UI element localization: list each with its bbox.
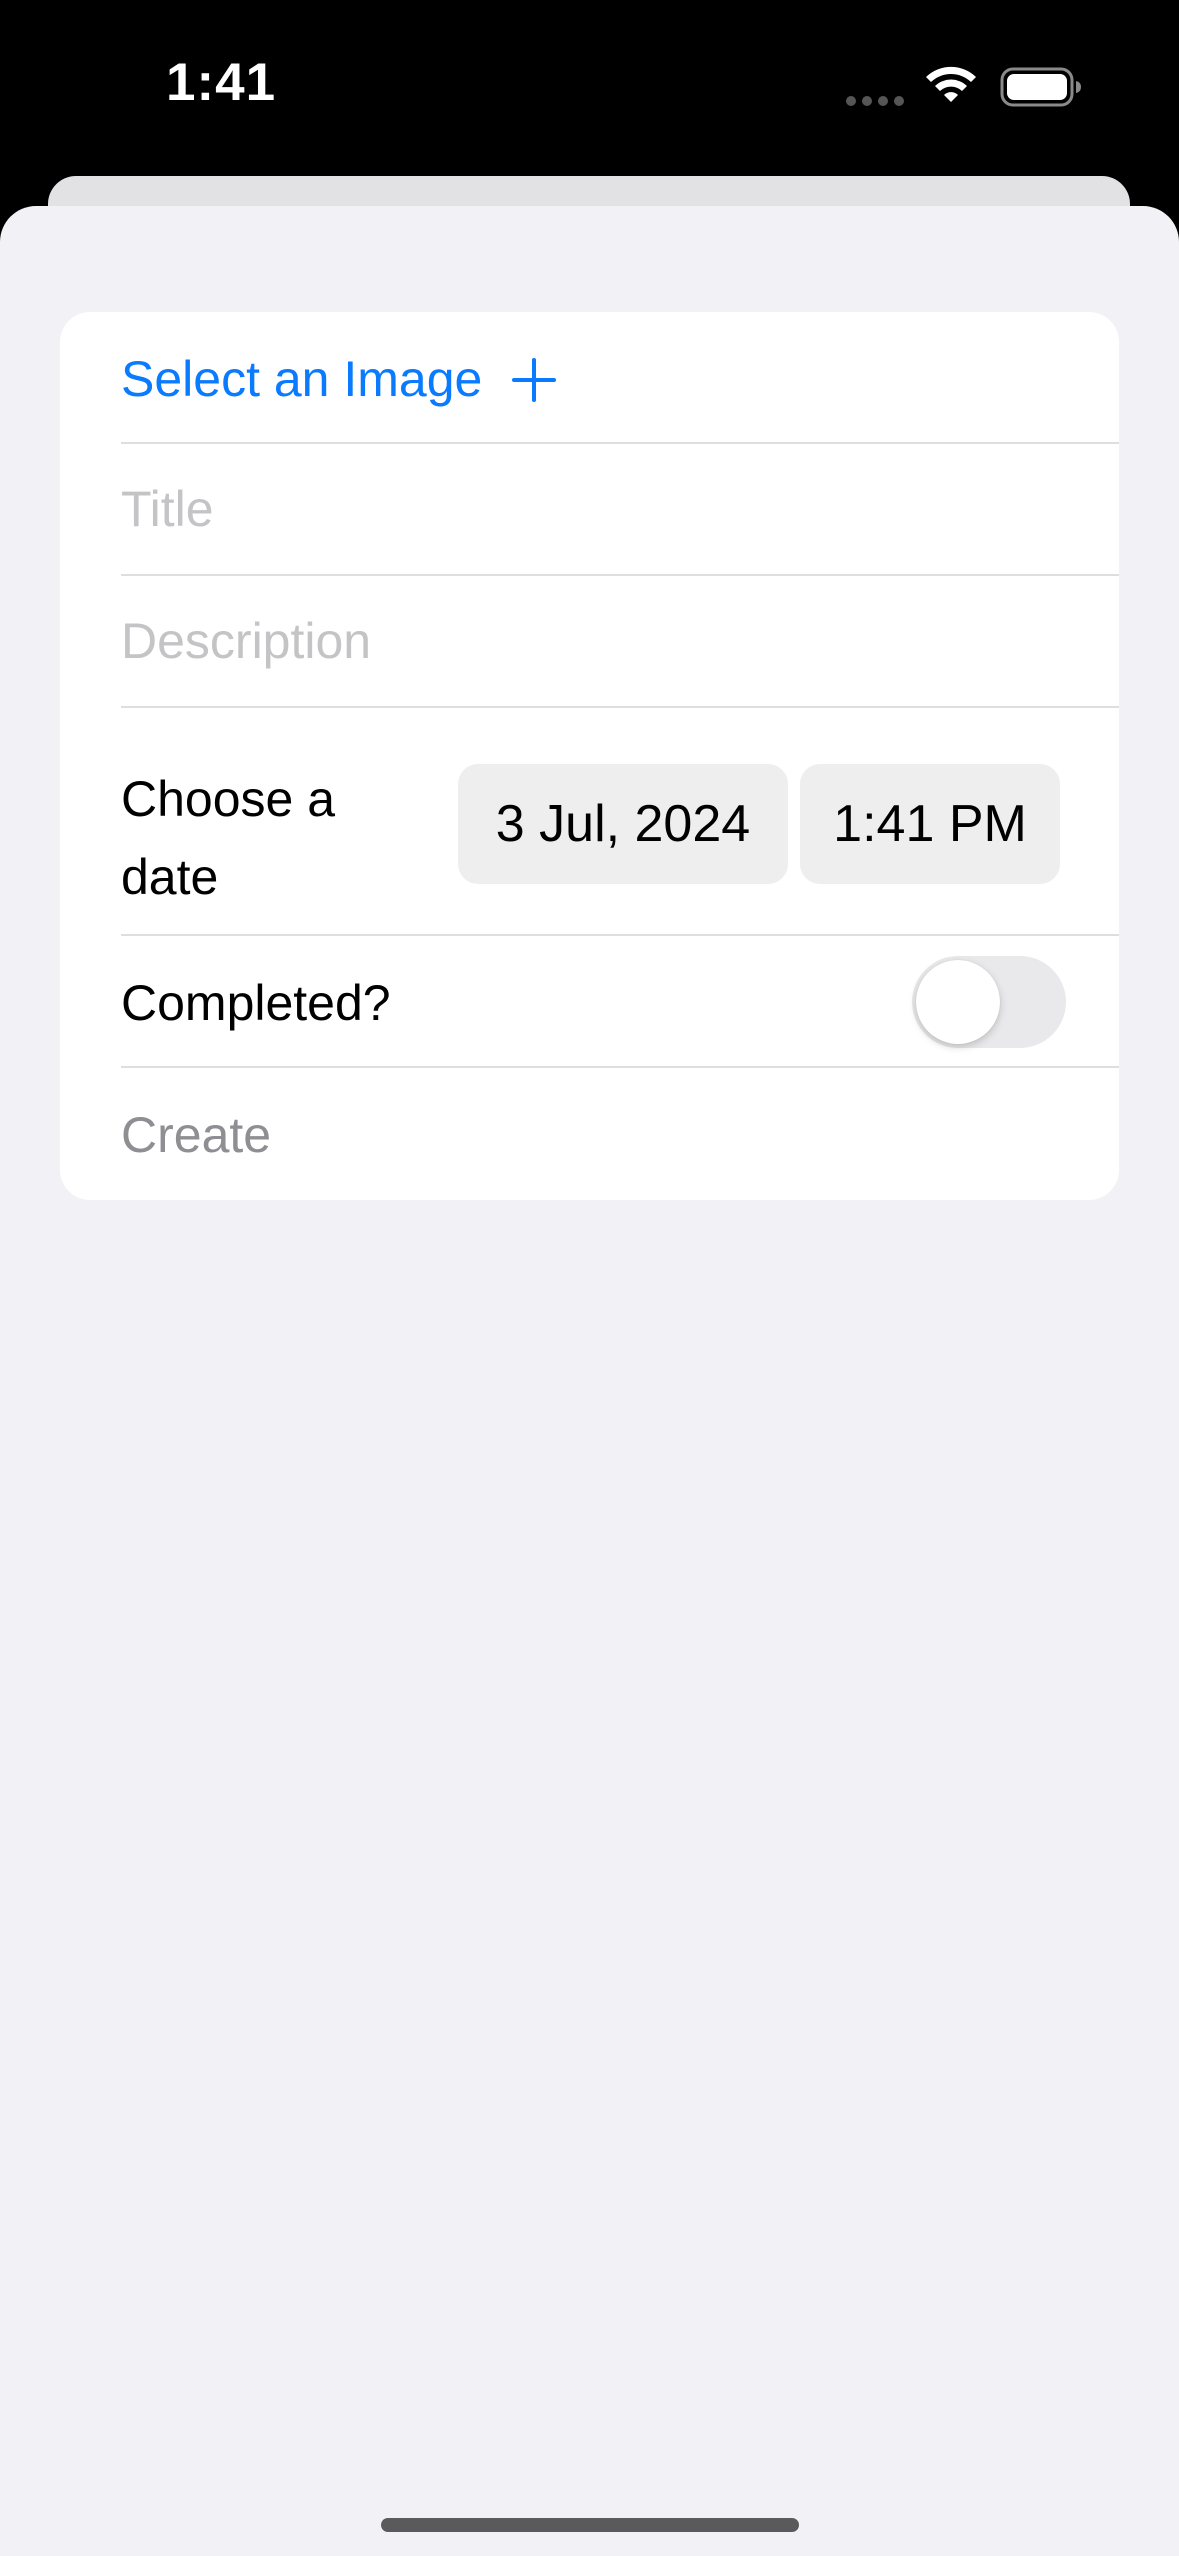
- create-button[interactable]: Create: [60, 1068, 1119, 1200]
- create-label: Create: [121, 1107, 272, 1163]
- status-bar: 1:41: [0, 0, 1179, 176]
- completed-row: Completed?: [60, 936, 1119, 1068]
- toggle-knob: [916, 960, 1000, 1044]
- title-row: [60, 444, 1119, 576]
- form-card: Select an Image Choose a date 3 Jul, 202…: [60, 312, 1119, 1200]
- time-picker-button[interactable]: 1:41 PM: [800, 764, 1060, 884]
- date-picker-button[interactable]: 3 Jul, 2024: [458, 764, 788, 884]
- wifi-icon: [926, 66, 976, 102]
- select-image-button[interactable]: Select an Image: [60, 312, 1119, 444]
- select-image-label: Select an Image: [121, 351, 483, 407]
- plus-icon: [512, 358, 556, 402]
- description-row: [60, 576, 1119, 708]
- battery-icon: [1000, 67, 1081, 107]
- completed-label: Completed?: [121, 975, 391, 1031]
- completed-toggle[interactable]: [912, 956, 1066, 1048]
- home-indicator: [381, 2518, 799, 2532]
- title-input[interactable]: [121, 444, 1081, 574]
- status-time: 1:41: [166, 53, 277, 112]
- cellular-dots-icon: [846, 96, 904, 106]
- description-input[interactable]: [121, 576, 1081, 706]
- date-label: Choose a date: [121, 771, 336, 905]
- date-picker-row: Choose a date 3 Jul, 2024 1:41 PM: [60, 708, 1119, 936]
